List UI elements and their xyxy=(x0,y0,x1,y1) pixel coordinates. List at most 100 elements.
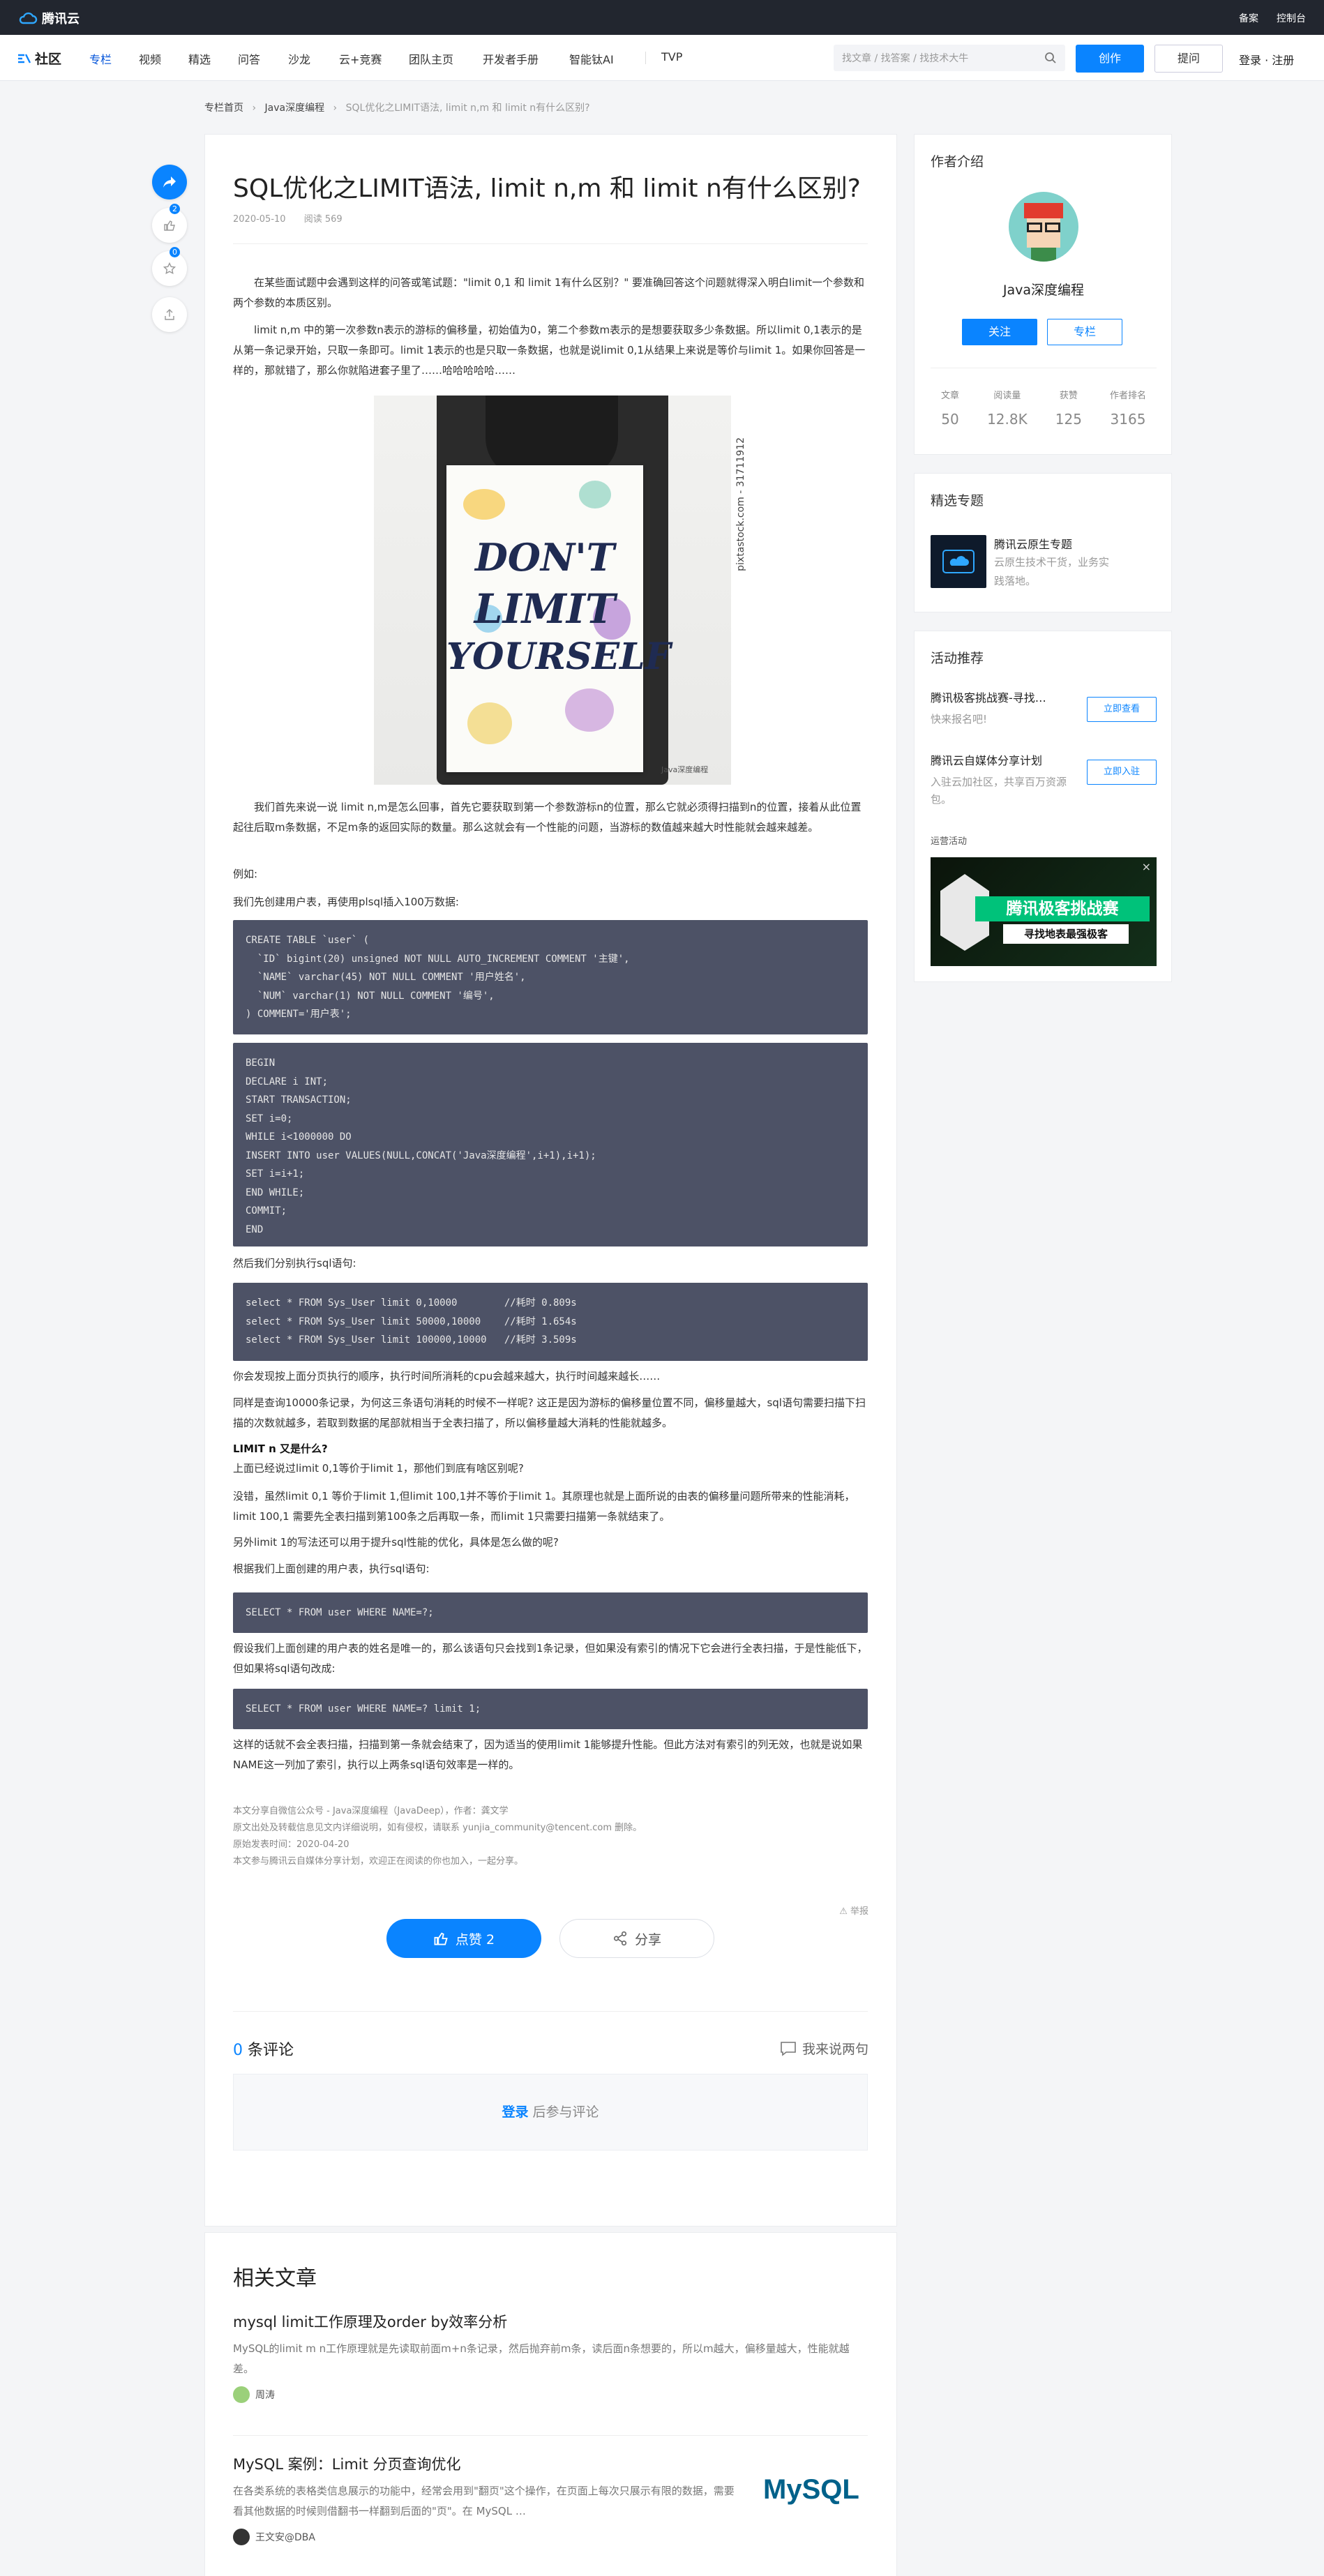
activity-item: 腾讯极客挑战赛-寻找… 快来报名吧! 立即查看 xyxy=(931,688,1157,728)
activity-join-button[interactable]: 立即入驻 xyxy=(1087,760,1157,785)
code-line: WHILE i<1000000 DO xyxy=(246,1131,352,1143)
column-button[interactable]: 专栏 xyxy=(1047,319,1122,345)
ops-label: 运营活动 xyxy=(931,836,968,847)
code-line: `NUM` varchar(1) NOT NULL COMMENT '编号', xyxy=(246,990,495,1002)
search-input[interactable]: 找文章 / 找答案 / 找技术大牛 xyxy=(834,45,1065,71)
source-line: 原文出处及转载信息见文内详细说明，如有侵权，请联系 yunjia_communi… xyxy=(233,1823,642,1833)
paragraph: 我们先创建用户表，再使用plsql插入100万数据: xyxy=(233,896,459,908)
brand-label: 社区 xyxy=(35,52,62,67)
write-comment-link[interactable]: 我来说两句 xyxy=(780,2039,868,2058)
nav-item-video[interactable]: 视频 xyxy=(139,50,161,67)
activity-banner[interactable]: 腾讯极客挑战赛 寻找地表最强极客 × xyxy=(931,857,1157,966)
community-brand[interactable]: 社区 xyxy=(17,49,61,68)
beian-link[interactable]: 备案 xyxy=(1239,11,1258,25)
chevron-right-icon: › xyxy=(252,103,257,114)
related-title[interactable]: MySQL 案例：Limit 分页查询优化 xyxy=(233,2453,735,2474)
article-source-note: 本文分享自微信公众号 - Java深度编程（JavaDeep），作者：龚文学 原… xyxy=(233,1803,868,1870)
stat-likes: 获赞 125 xyxy=(1055,391,1082,428)
related-desc: MySQL的limit m n工作原理就是先读取前面m+n条记录，然后抛弃前m条… xyxy=(233,2342,850,2375)
nav-item-featured[interactable]: 精选 xyxy=(188,50,211,67)
code-line: END xyxy=(246,1223,264,1235)
activities-card: 活动推荐 腾讯极客挑战赛-寻找… 快来报名吧! 立即查看 腾讯云自媒体分享计划 … xyxy=(914,631,1172,982)
like-float-button[interactable]: 2 xyxy=(152,204,187,243)
report-label: 举报 xyxy=(850,1906,868,1917)
paragraph: 假设我们上面创建的用户表的姓名是唯一的，那么该语句只会找到1条记录，但如果没有索… xyxy=(233,1642,868,1675)
code-line: select * FROM Sys_User limit 100000,1000… xyxy=(246,1334,577,1346)
comment-icon xyxy=(781,2041,796,2056)
author-name[interactable]: Java深度编程 xyxy=(915,280,1173,299)
nav-item-ai[interactable]: 智能钛AI xyxy=(569,50,614,67)
breadcrumb-home[interactable]: 专栏首页 xyxy=(204,103,243,114)
related-author[interactable]: 周涛 xyxy=(233,2386,868,2403)
search-placeholder: 找文章 / 找答案 / 找技术大牛 xyxy=(842,53,969,64)
code-block-create-table: CREATE TABLE `user` ( `ID` bigint(20) un… xyxy=(233,920,868,1034)
topic-title[interactable]: 腾讯云原生专题 xyxy=(994,535,1072,552)
tencent-cloud-logo[interactable]: 腾讯云 xyxy=(18,9,80,27)
section-heading: LIMIT n 又是什么? xyxy=(233,1443,328,1455)
paragraph: 然后我们分别执行sql语句: xyxy=(233,1257,356,1270)
ask-button[interactable]: 提问 xyxy=(1154,45,1223,73)
thumbs-up-icon xyxy=(434,1932,448,1945)
cloud-icon xyxy=(942,550,975,573)
related-item[interactable]: mysql limit工作原理及order by效率分析 MySQL的limit… xyxy=(233,2311,868,2403)
close-icon[interactable]: × xyxy=(1142,860,1151,873)
paragraph: 你会发现按上面分页执行的顺序，执行时间所消耗的cpu会越来越大，执行时间越来越长… xyxy=(233,1370,661,1383)
nav-item-column[interactable]: 专栏 xyxy=(89,50,112,67)
star-count-badge: 0 xyxy=(170,247,180,257)
author-name: 周涛 xyxy=(255,2390,275,2401)
login-register-link[interactable]: 登录 · 注册 xyxy=(1239,51,1294,68)
image-source-text: pixtastock.com - 31711912 xyxy=(735,437,746,571)
divider xyxy=(233,2011,868,2012)
article-card: SQL优化之LIMIT语法, limit n,m 和 limit n有什么区别?… xyxy=(204,134,897,2227)
stat-reads: 阅读量 12.8K xyxy=(987,391,1028,428)
code-line: INSERT INTO user VALUES(NULL,CONCAT('Jav… xyxy=(246,1150,596,1161)
article-meta: 2020-05-10 阅读 569 xyxy=(233,211,358,225)
poster-word-3: YOURSELF xyxy=(446,635,671,678)
nav-item-salon[interactable]: 沙龙 xyxy=(288,50,310,67)
paragraph: 上面已经说过limit 0,1等价于limit 1，那他们到底有啥区别呢? xyxy=(233,1462,524,1475)
create-button[interactable]: 创作 xyxy=(1076,45,1144,73)
share-icon xyxy=(613,1931,627,1946)
like-button[interactable]: 点赞 2 xyxy=(386,1919,541,1958)
activities-heading: 活动推荐 xyxy=(931,651,984,666)
share-button[interactable]: 分享 xyxy=(559,1919,714,1958)
code-line: START TRANSACTION; xyxy=(246,1094,352,1106)
top-bar: 腾讯云 备案 控制台 xyxy=(0,0,1324,35)
share-label: 分享 xyxy=(634,1931,661,1948)
code-line: `NAME` varchar(45) NOT NULL COMMENT '用户姓… xyxy=(246,972,526,983)
activity-view-button[interactable]: 立即查看 xyxy=(1087,697,1157,722)
upload-float-button[interactable] xyxy=(152,297,187,332)
nav-item-competition[interactable]: 云+竞赛 xyxy=(339,50,382,67)
favorite-float-button[interactable]: 0 xyxy=(152,247,187,286)
related-author[interactable]: 王文安@DBA xyxy=(233,2529,735,2545)
nav-item-handbook[interactable]: 开发者手册 xyxy=(483,50,539,67)
code-line: select * FROM Sys_User limit 50000,10000… xyxy=(246,1316,577,1327)
avatar[interactable] xyxy=(1009,192,1078,262)
related-item[interactable]: MySQL 案例：Limit 分页查询优化 在各类系统的表格类信息展示的功能中，… xyxy=(233,2453,735,2545)
divider xyxy=(233,243,868,244)
comment-login-link[interactable]: 登录 xyxy=(502,2104,528,2120)
code-block-query: SELECT * FROM user WHERE NAME=?; xyxy=(233,1592,868,1633)
code-line: CREATE TABLE `user` ( xyxy=(246,935,370,946)
comments-count: 0 xyxy=(233,2042,243,2059)
search-icon[interactable] xyxy=(1044,52,1057,64)
topics-heading: 精选专题 xyxy=(931,493,984,509)
write-comment-label: 我来说两句 xyxy=(802,2042,868,2057)
code-line: BEGIN xyxy=(246,1057,276,1069)
forward-arrow-icon xyxy=(163,176,176,188)
nav-item-qa[interactable]: 问答 xyxy=(238,50,260,67)
image-watermark: Java深度编程 xyxy=(661,765,709,774)
article-image: DON'T LIMIT YOURSELF pixtastock.com - 31… xyxy=(374,396,746,785)
related-title[interactable]: mysql limit工作原理及order by效率分析 xyxy=(233,2311,868,2332)
nav-item-tvp[interactable]: TVP xyxy=(661,50,682,63)
share-float-button[interactable] xyxy=(152,165,187,199)
breadcrumb-column[interactable]: Java深度编程 xyxy=(265,103,325,114)
nav-item-team[interactable]: 团队主页 xyxy=(409,50,453,67)
console-link[interactable]: 控制台 xyxy=(1277,11,1306,25)
report-link[interactable]: ⚠ 举报 xyxy=(839,1904,868,1917)
topics-card: 精选专题 腾讯云原生专题 云原生技术干货，业务实践落地。 xyxy=(914,473,1172,612)
topic-image[interactable] xyxy=(931,535,986,588)
poster-card: DON'T LIMIT YOURSELF xyxy=(446,465,671,772)
follow-button[interactable]: 关注 xyxy=(962,319,1037,345)
paragraph: 在某些面试题中会遇到这样的问答或笔试题："limit 0,1 和 limit 1… xyxy=(233,276,865,309)
